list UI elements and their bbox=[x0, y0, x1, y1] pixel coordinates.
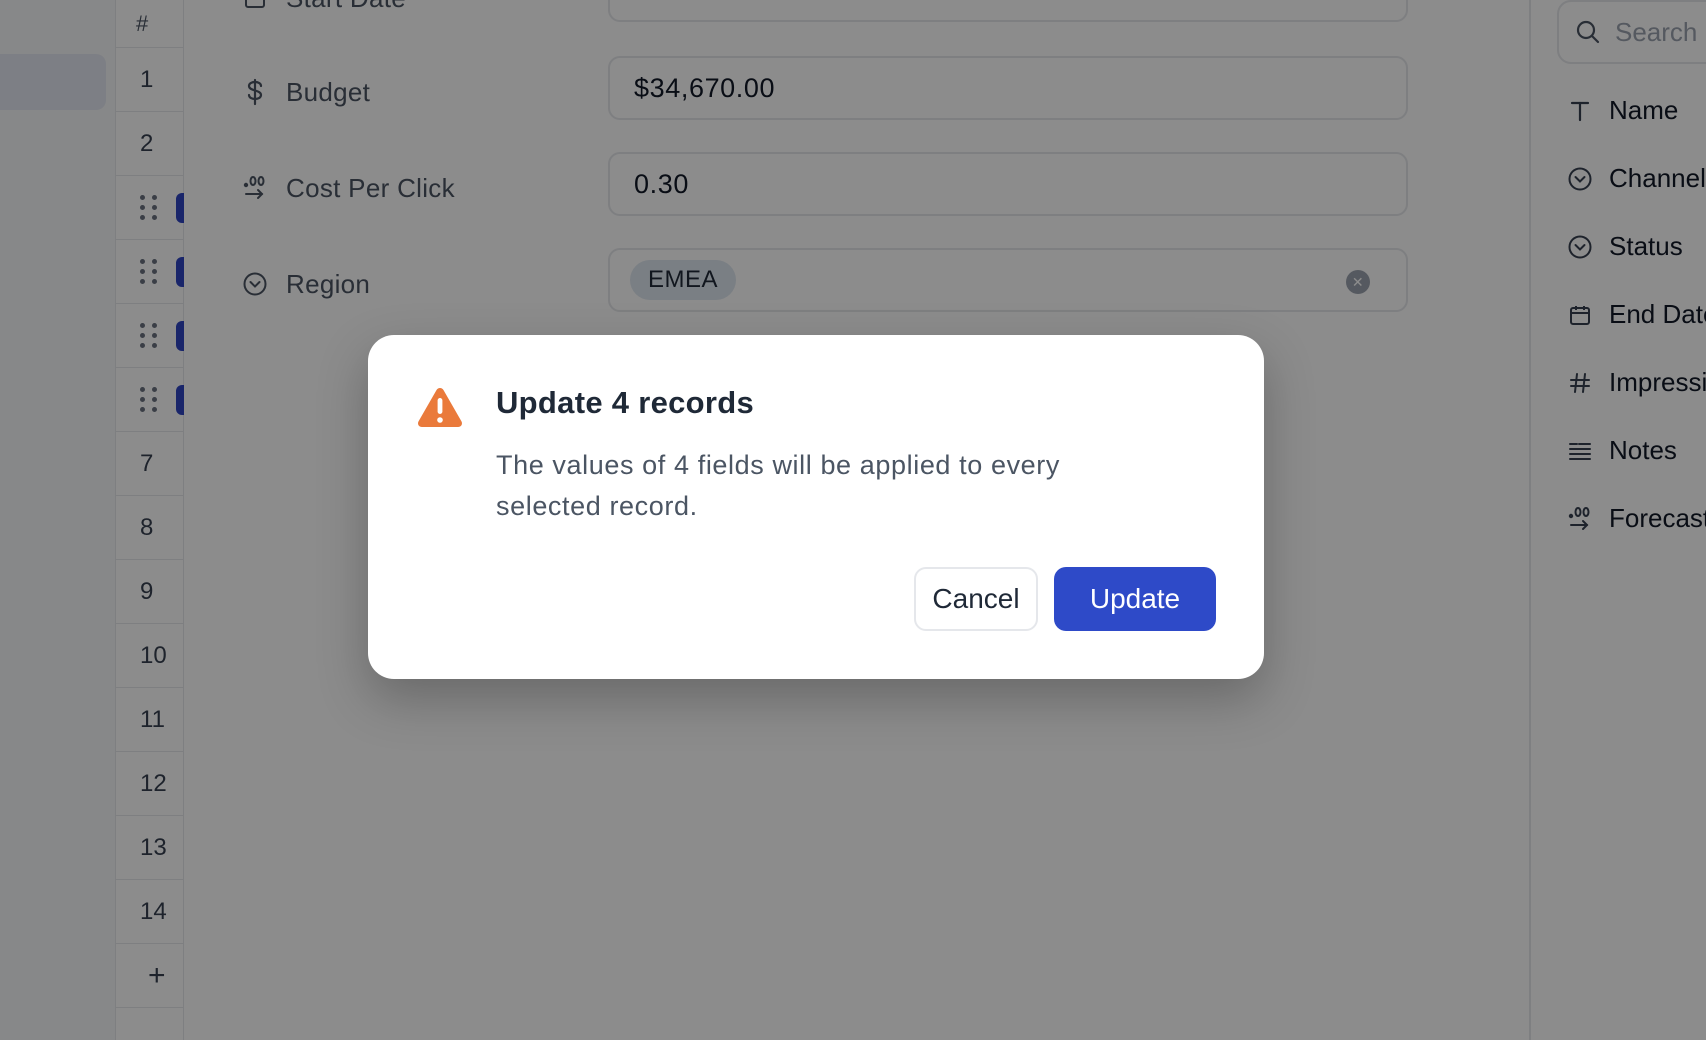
warning-icon bbox=[418, 388, 462, 427]
cancel-button[interactable]: Cancel bbox=[914, 567, 1038, 631]
update-button[interactable]: Update bbox=[1054, 567, 1216, 631]
dialog-title: Update 4 records bbox=[496, 385, 755, 420]
confirm-dialog: Update 4 records The values of 4 fields … bbox=[368, 335, 1264, 679]
dialog-message: The values of 4 fields will be applied t… bbox=[496, 450, 1060, 521]
